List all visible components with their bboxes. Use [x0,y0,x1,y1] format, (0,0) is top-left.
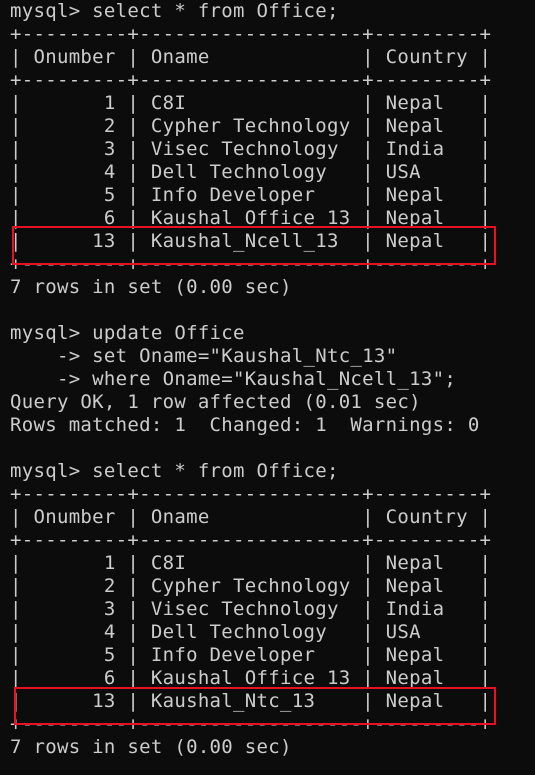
table-header-row: | Onumber | Oname | Country | [10,46,492,68]
table-row: | 4 | Dell Technology | USA | [10,161,492,183]
table-border: +---------+-------------------+---------… [10,483,492,505]
table-header-row: | Onumber | Oname | Country | [10,506,492,528]
table-row: | 2 | Cypher Technology | Nepal | [10,115,492,137]
table-row: | 5 | Info Developer | Nepal | [10,184,492,206]
terminal-line: -> set Oname="Kaushal_Ntc_13" [10,345,398,367]
terminal-line: -> where Oname="Kaushal_Ncell_13"; [10,368,457,390]
table-row: | 3 | Visec Technology | India | [10,598,492,620]
terminal-line: mysql> update Office [10,322,245,344]
table-row: | 5 | Info Developer | Nepal | [10,644,492,666]
terminal-output[interactable]: mysql> select * from Office; +---------+-… [10,0,491,759]
table-border: +---------+-------------------+---------… [10,23,492,45]
table-border: +---------+-------------------+---------… [10,69,492,91]
query-status: Rows matched: 1 Changed: 1 Warnings: 0 [10,414,480,436]
table-row: | 1 | C8I | Nepal | [10,92,492,114]
result-summary: 7 rows in set (0.00 sec) [10,276,292,298]
terminal-line: mysql> select * from Office; [10,460,339,482]
highlight-box-after-update [14,687,496,725]
query-status: Query OK, 1 row affected (0.01 sec) [10,391,421,413]
table-row: | 4 | Dell Technology | USA | [10,621,492,643]
highlight-box-before-update [12,226,496,265]
table-row: | 2 | Cypher Technology | Nepal | [10,575,492,597]
table-row: | 3 | Visec Technology | India | [10,138,492,160]
result-summary: 7 rows in set (0.00 sec) [10,736,292,758]
table-row: | 1 | C8I | Nepal | [10,552,492,574]
table-border: +---------+-------------------+---------… [10,529,492,551]
terminal-line: mysql> select * from Office; [10,0,339,22]
